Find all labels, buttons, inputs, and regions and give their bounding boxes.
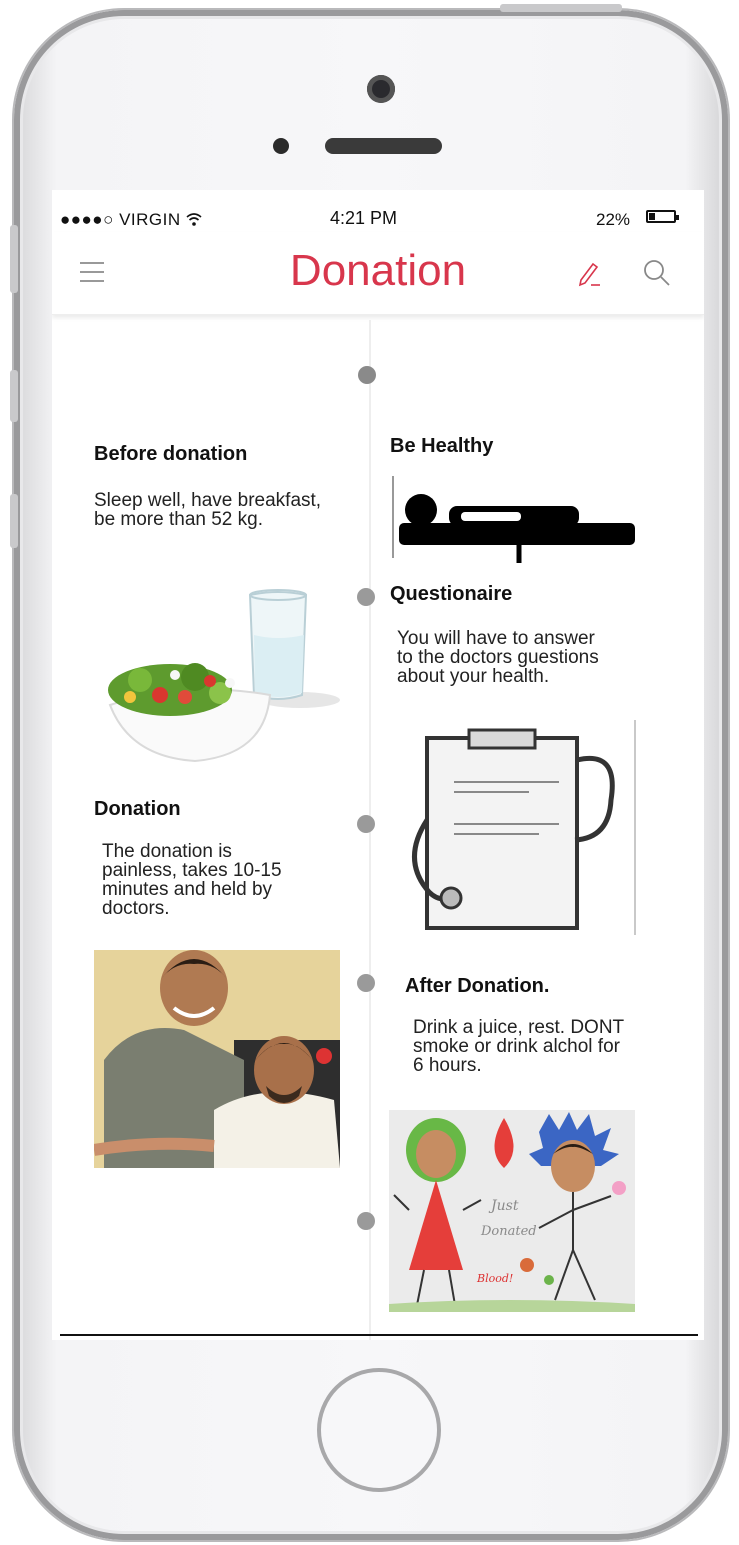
volume-up-button xyxy=(10,370,18,422)
card-text: Sleep well, have breakfast, be more than… xyxy=(94,490,322,530)
card-title: Donation xyxy=(94,798,181,820)
timeline-card-questionaire[interactable]: Questionaire You will have to answer to … xyxy=(389,575,639,935)
timeline-dot xyxy=(357,974,375,992)
pencil-edit-icon[interactable] xyxy=(574,258,604,288)
drawing-text-donated: Donated xyxy=(480,1224,537,1239)
timeline-card-after-donation[interactable]: After Donation. Drink a juice, rest. DON… xyxy=(389,960,639,1320)
volume-down-button xyxy=(10,494,18,548)
proximity-sensor xyxy=(273,138,289,154)
timeline-card-donation[interactable]: Donation The donation is painless, takes… xyxy=(94,790,344,1170)
carrier-label: ●●●●○ VIRGIN xyxy=(60,210,202,230)
app-screen: ●●●●○ VIRGIN 4:21 PM 22% Donation Before… xyxy=(52,190,704,1340)
drawing-text-just: Just xyxy=(488,1198,519,1214)
clock: 4:21 PM xyxy=(330,208,398,228)
search-icon[interactable] xyxy=(642,258,672,288)
earpiece-speaker xyxy=(325,138,442,154)
card-text: Drink a juice, rest. DONT smoke or drink… xyxy=(413,1017,624,1076)
person-lying-icon xyxy=(392,476,635,563)
card-title: Questionaire xyxy=(390,583,513,605)
clipboard-stethoscope-image xyxy=(412,720,636,935)
screen-bottom-border xyxy=(60,1334,698,1336)
timeline-dot xyxy=(357,588,375,606)
battery-icon xyxy=(646,210,679,223)
status-bar: ●●●●○ VIRGIN 4:21 PM 22% xyxy=(52,190,704,230)
power-button xyxy=(500,4,622,12)
timeline-card-before-donation[interactable]: Before donation Sleep well, have breakfa… xyxy=(94,405,350,775)
card-title: After Donation. xyxy=(405,975,550,997)
front-camera xyxy=(367,75,395,103)
drawing-text-blood: Blood! xyxy=(476,1272,513,1285)
wifi-icon xyxy=(186,213,202,226)
salad-and-water-image xyxy=(108,589,340,763)
page-title: Donation xyxy=(289,246,467,295)
timeline-dot xyxy=(357,815,375,833)
home-button[interactable] xyxy=(317,1368,441,1492)
timeline-dot xyxy=(358,366,376,384)
timeline-card-be-healthy[interactable]: Be Healthy xyxy=(389,405,637,565)
battery-percent: 22% xyxy=(596,210,631,229)
card-title: Before donation xyxy=(94,443,248,465)
card-title: Be Healthy xyxy=(390,435,494,457)
app-header: Donation xyxy=(52,232,704,315)
just-donated-drawing: Just Donated Blood! xyxy=(389,1110,635,1312)
donor-photo xyxy=(94,950,340,1168)
card-text: You will have to answer to the doctors g… xyxy=(397,628,599,687)
card-text: The donation is painless, takes 10-15 mi… xyxy=(102,841,282,919)
timeline-dot xyxy=(357,1212,375,1230)
mute-switch xyxy=(10,225,18,293)
